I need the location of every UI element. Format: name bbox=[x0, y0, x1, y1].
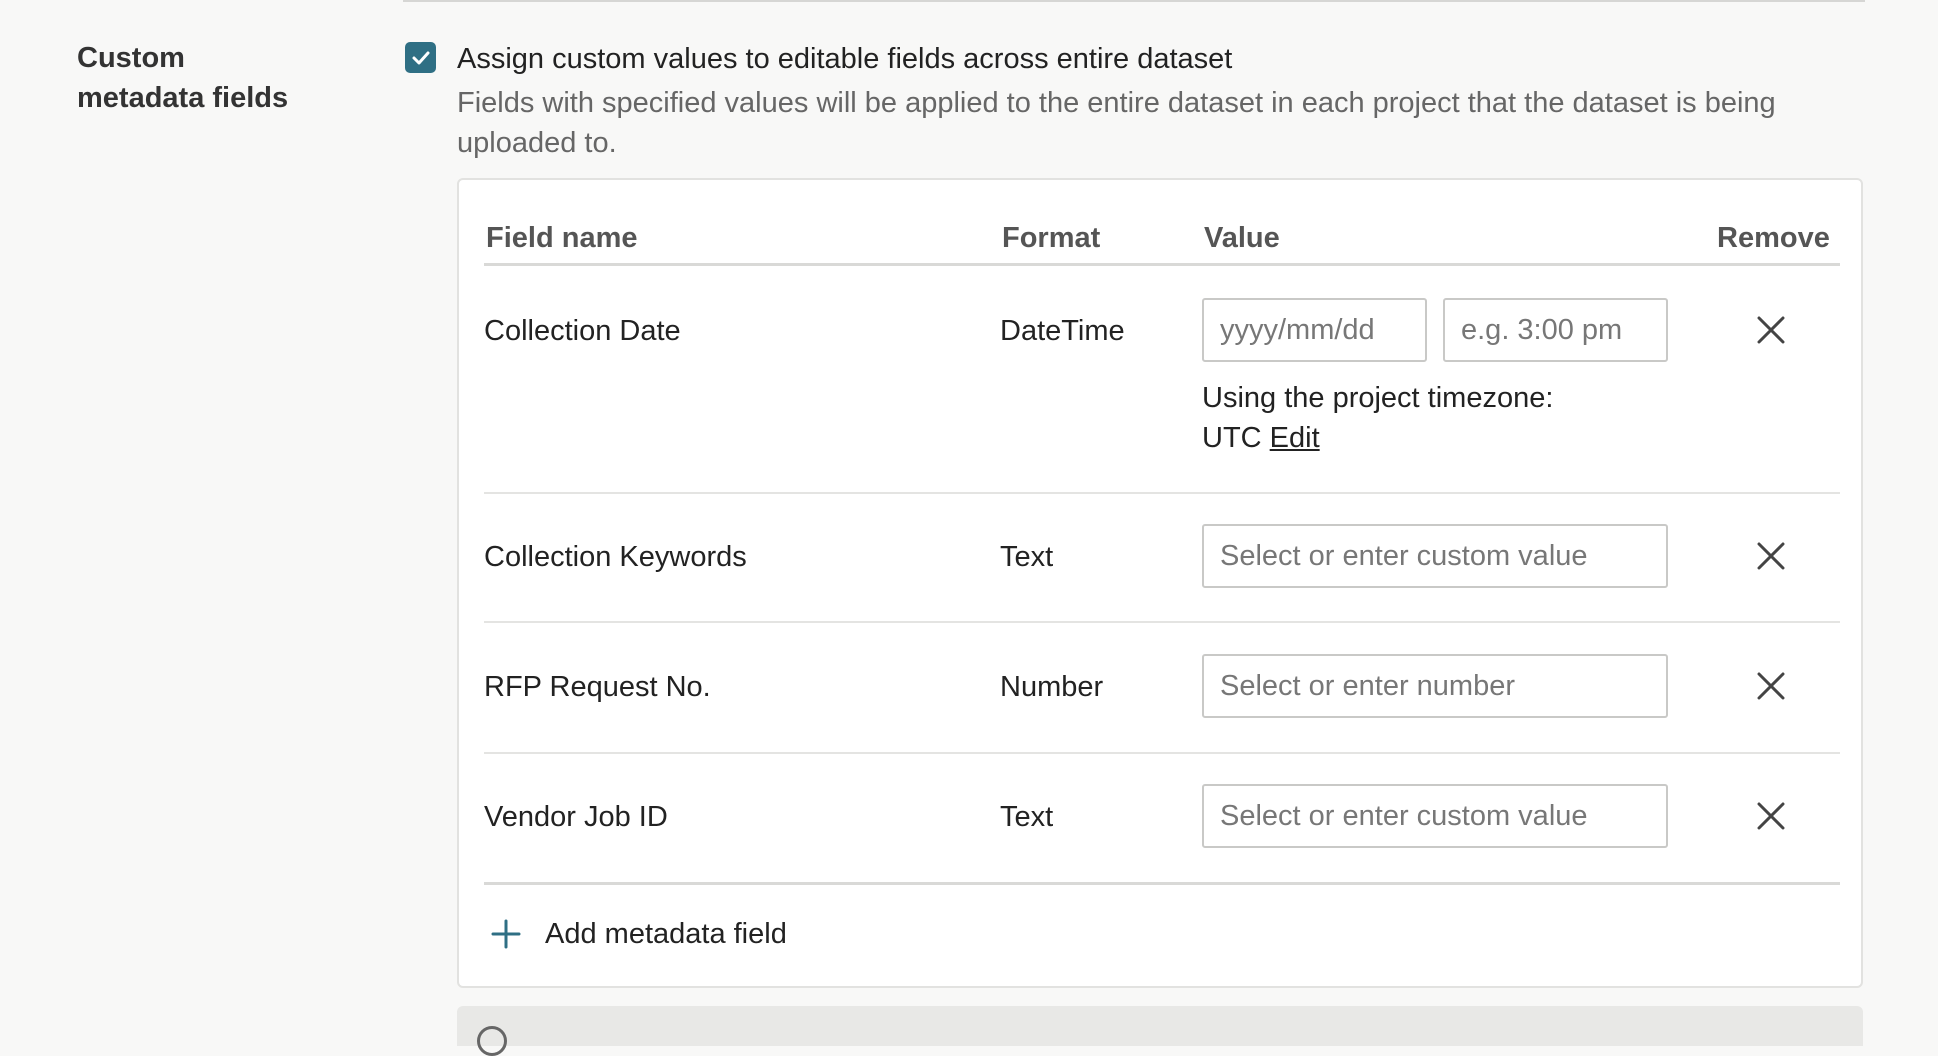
info-banner bbox=[457, 1006, 1863, 1056]
field-name: Collection Date bbox=[484, 315, 681, 347]
close-icon bbox=[1757, 542, 1785, 570]
row-divider bbox=[484, 752, 1840, 754]
check-icon bbox=[412, 51, 429, 64]
timezone-note: Using the project timezone: UTC Edit bbox=[1202, 378, 1622, 458]
close-icon bbox=[1757, 672, 1785, 700]
info-icon bbox=[477, 1026, 507, 1056]
row-divider bbox=[484, 492, 1840, 494]
field-name: Collection Keywords bbox=[484, 541, 747, 573]
header-value: Value bbox=[1204, 222, 1280, 254]
top-divider bbox=[403, 0, 1865, 2]
assign-custom-values-checkbox[interactable] bbox=[405, 42, 436, 73]
close-icon bbox=[1757, 802, 1785, 830]
field-format: Number bbox=[1000, 671, 1104, 703]
field-format: Text bbox=[1000, 801, 1054, 833]
assign-custom-values-label: Assign custom values to editable fields … bbox=[457, 43, 1233, 75]
value-input[interactable] bbox=[1202, 784, 1668, 848]
section-label: Custom metadata fields bbox=[77, 42, 289, 114]
remove-row-button[interactable] bbox=[1749, 664, 1793, 708]
header-format: Format bbox=[1002, 222, 1101, 254]
date-input[interactable] bbox=[1202, 298, 1427, 362]
value-input[interactable] bbox=[1202, 654, 1668, 718]
row-divider bbox=[484, 621, 1840, 623]
time-input[interactable] bbox=[1443, 298, 1668, 362]
add-metadata-field-label: Add metadata field bbox=[545, 918, 787, 950]
plus-icon bbox=[491, 919, 521, 949]
timezone-edit-link[interactable]: Edit bbox=[1270, 422, 1320, 454]
remove-row-button[interactable] bbox=[1749, 794, 1793, 838]
header-field-name: Field name bbox=[486, 222, 638, 254]
remove-row-button[interactable] bbox=[1749, 534, 1793, 578]
field-format: Text bbox=[1000, 541, 1054, 573]
table-bottom-divider bbox=[484, 882, 1840, 885]
value-input[interactable] bbox=[1202, 524, 1668, 588]
header-divider bbox=[484, 263, 1840, 266]
assign-description: Fields with specified values will be app… bbox=[457, 87, 1776, 159]
metadata-table-panel: Field name Format Value Remove Collectio… bbox=[457, 178, 1863, 988]
field-format: DateTime bbox=[1000, 315, 1125, 347]
header-remove: Remove bbox=[1717, 222, 1830, 254]
timezone-value: UTC bbox=[1202, 422, 1262, 454]
add-metadata-field-button[interactable]: Add metadata field bbox=[491, 914, 787, 954]
field-name: Vendor Job ID bbox=[484, 801, 668, 833]
remove-row-button[interactable] bbox=[1749, 308, 1793, 352]
close-icon bbox=[1757, 316, 1785, 344]
timezone-note-text: Using the project timezone: bbox=[1202, 382, 1554, 414]
field-name: RFP Request No. bbox=[484, 671, 711, 703]
